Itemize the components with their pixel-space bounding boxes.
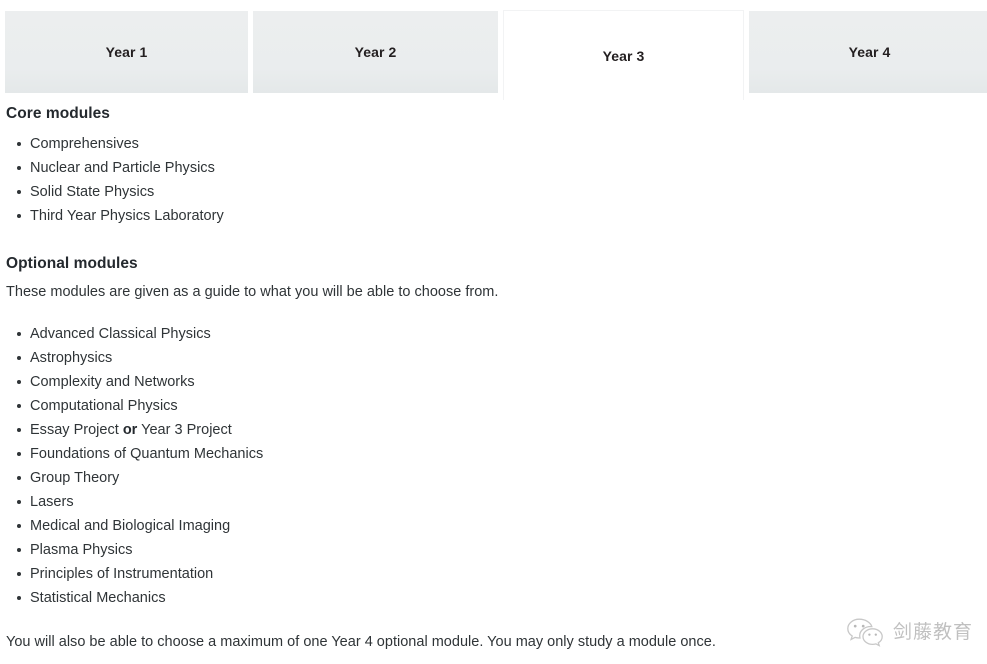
list-item: Third Year Physics Laboratory: [0, 204, 987, 228]
optional-modules-list: Advanced Classical Physics Astrophysics …: [0, 322, 987, 610]
list-item: Complexity and Networks: [0, 370, 987, 394]
essay-project-pre: Essay Project: [30, 422, 123, 438]
optional-modules-heading: Optional modules: [6, 255, 138, 272]
list-item: Nuclear and Particle Physics: [0, 156, 987, 180]
optional-modules-footnote: You will also be able to choose a maximu…: [6, 634, 716, 650]
tab-year-1-label: Year 1: [105, 44, 148, 60]
list-item: Statistical Mechanics: [0, 586, 987, 610]
list-item: Principles of Instrumentation: [0, 562, 987, 586]
list-item: Computational Physics: [0, 394, 987, 418]
list-item: Astrophysics: [0, 346, 987, 370]
list-item: Lasers: [0, 490, 987, 514]
list-item: Medical and Biological Imaging: [0, 514, 987, 538]
list-item: Advanced Classical Physics: [0, 322, 987, 346]
year-tabs: Year 1 Year 2 Year 3 Year 4: [5, 10, 987, 100]
essay-project-or: or: [122, 422, 138, 438]
list-item-essay-project: Essay Project or Year 3 Project: [0, 418, 987, 442]
list-item: Plasma Physics: [0, 538, 987, 562]
tab-year-2-label: Year 2: [354, 44, 397, 60]
core-modules-heading: Core modules: [6, 105, 110, 122]
list-item: Group Theory: [0, 466, 987, 490]
list-item: Solid State Physics: [0, 180, 987, 204]
essay-project-post: Year 3 Project: [137, 422, 232, 438]
list-item: Comprehensives: [0, 132, 987, 156]
tab-year-3[interactable]: Year 3: [503, 10, 744, 100]
tab-year-1[interactable]: Year 1: [5, 11, 248, 93]
optional-modules-intro: These modules are given as a guide to wh…: [6, 284, 499, 300]
list-item: Foundations of Quantum Mechanics: [0, 442, 987, 466]
tab-year-4[interactable]: Year 4: [749, 11, 987, 93]
tab-panel-year-3: Core modules Comprehensives Nuclear and …: [0, 104, 987, 652]
tab-year-4-label: Year 4: [848, 44, 891, 60]
tab-year-2[interactable]: Year 2: [253, 11, 498, 93]
core-modules-list: Comprehensives Nuclear and Particle Phys…: [0, 132, 987, 228]
tab-year-3-label: Year 3: [602, 47, 645, 64]
